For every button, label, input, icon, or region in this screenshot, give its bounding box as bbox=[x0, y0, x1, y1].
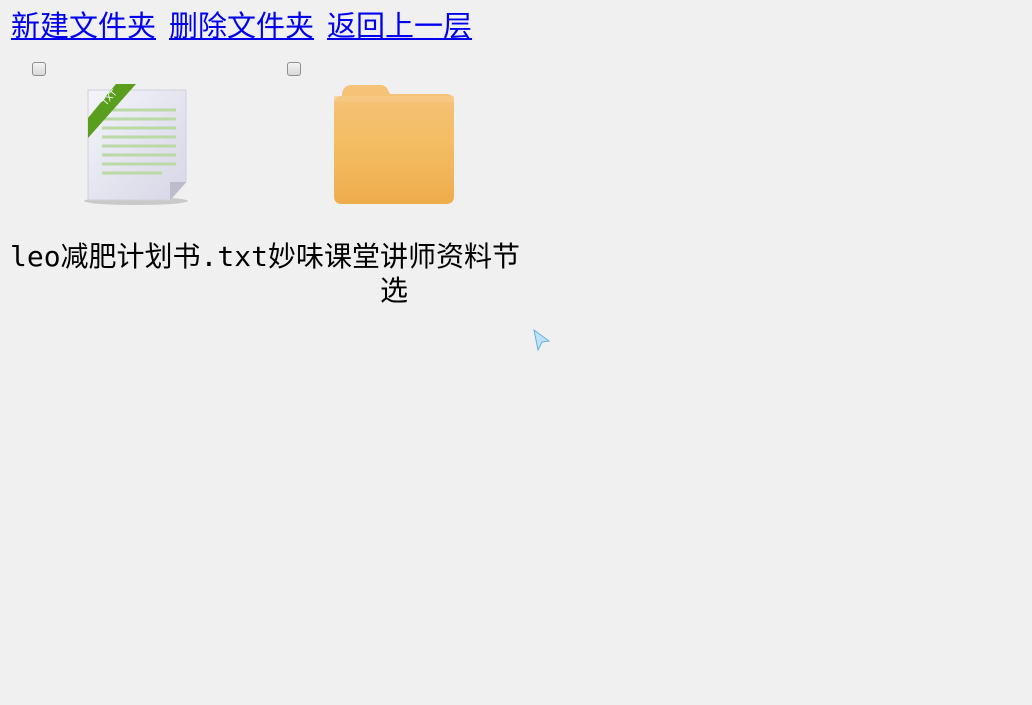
folder-icon[interactable] bbox=[334, 84, 454, 206]
file-tile-folder[interactable]: 妙味课堂讲师资料节选 bbox=[255, 60, 520, 320]
cursor-icon bbox=[532, 328, 552, 352]
file-name[interactable]: leo减肥计划书.txt bbox=[0, 240, 278, 274]
select-checkbox[interactable] bbox=[32, 62, 46, 76]
delete-folder-link[interactable]: 删除文件夹 bbox=[169, 9, 314, 43]
go-up-link[interactable]: 返回上一层 bbox=[327, 9, 472, 43]
select-checkbox[interactable] bbox=[287, 62, 301, 76]
toolbar: 新建文件夹 删除文件夹 返回上一层 bbox=[11, 6, 485, 46]
txt-file-icon[interactable]: TXT bbox=[78, 84, 198, 206]
new-folder-link[interactable]: 新建文件夹 bbox=[11, 9, 156, 43]
file-name[interactable]: 妙味课堂讲师资料节选 bbox=[255, 240, 533, 308]
file-tile-text[interactable]: TXT leo减肥计划书.txt bbox=[0, 60, 268, 320]
